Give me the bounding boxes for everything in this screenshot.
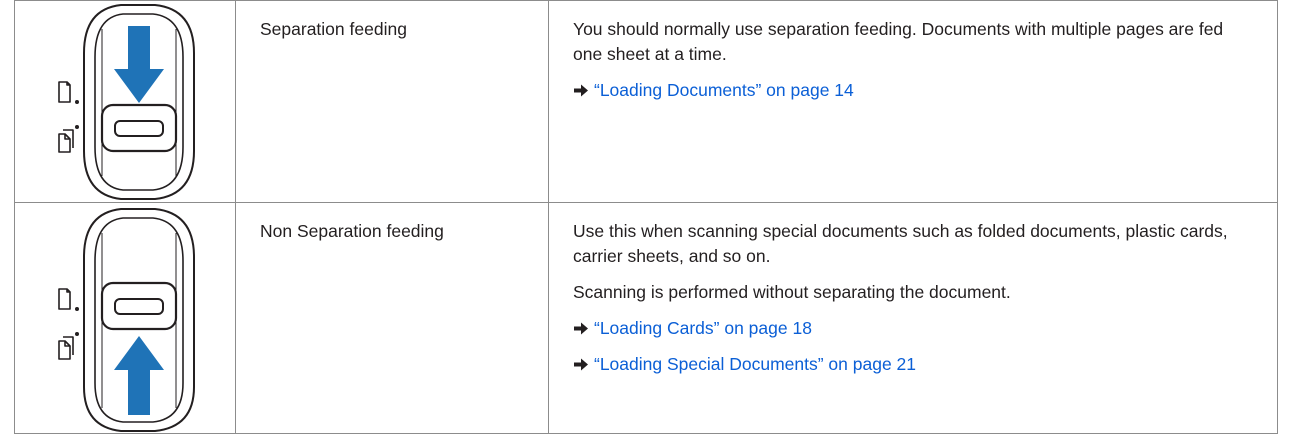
mode-description-cell: You should normally use separation feedi… [548, 0, 1278, 203]
link-arrow-icon [574, 84, 588, 97]
link-arrow-icon [574, 358, 588, 371]
single-sheet-icon [58, 81, 71, 103]
feed-switch-down-illustration [58, 4, 195, 200]
link-loading-cards[interactable]: “Loading Cards” on page 18 [573, 318, 812, 338]
table-row: Separation feeding You should normally u… [14, 0, 1278, 203]
feeding-mode-table: Separation feeding You should normally u… [14, 0, 1278, 434]
dot-icon [75, 125, 79, 129]
stacked-sheets-icon [58, 129, 74, 153]
dot-icon [75, 332, 79, 336]
feed-switch-cell [14, 202, 236, 434]
stacked-sheets-icon [58, 336, 74, 360]
dot-icon [75, 100, 79, 104]
link-arrow-icon [574, 322, 588, 335]
mode-name: Non Separation feeding [260, 221, 444, 241]
link-loading-special-documents[interactable]: “Loading Special Documents” on page 21 [573, 354, 916, 374]
table-row: Non Separation feeding Use this when sca… [14, 202, 1278, 434]
mode-description-cell: Use this when scanning special documents… [548, 202, 1278, 434]
dot-icon [75, 307, 79, 311]
mode-name-cell: Separation feeding [235, 0, 549, 203]
feed-switch-cell [14, 0, 236, 203]
link-label: “Loading Special Documents” on page 21 [594, 354, 917, 374]
mode-name-cell: Non Separation feeding [235, 202, 549, 434]
description-text: You should normally use separation feedi… [573, 19, 1224, 64]
mode-name: Separation feeding [260, 19, 407, 39]
link-label: “Loading Cards” on page 18 [594, 318, 812, 338]
description-text: Scanning is performed without separating… [573, 282, 1011, 302]
description-text: Use this when scanning special documents… [573, 221, 1228, 266]
link-loading-documents[interactable]: “Loading Documents” on page 14 [573, 80, 854, 100]
single-sheet-icon [58, 288, 71, 310]
link-label: “Loading Documents” on page 14 [594, 80, 854, 100]
feed-switch-up-illustration [58, 208, 195, 432]
